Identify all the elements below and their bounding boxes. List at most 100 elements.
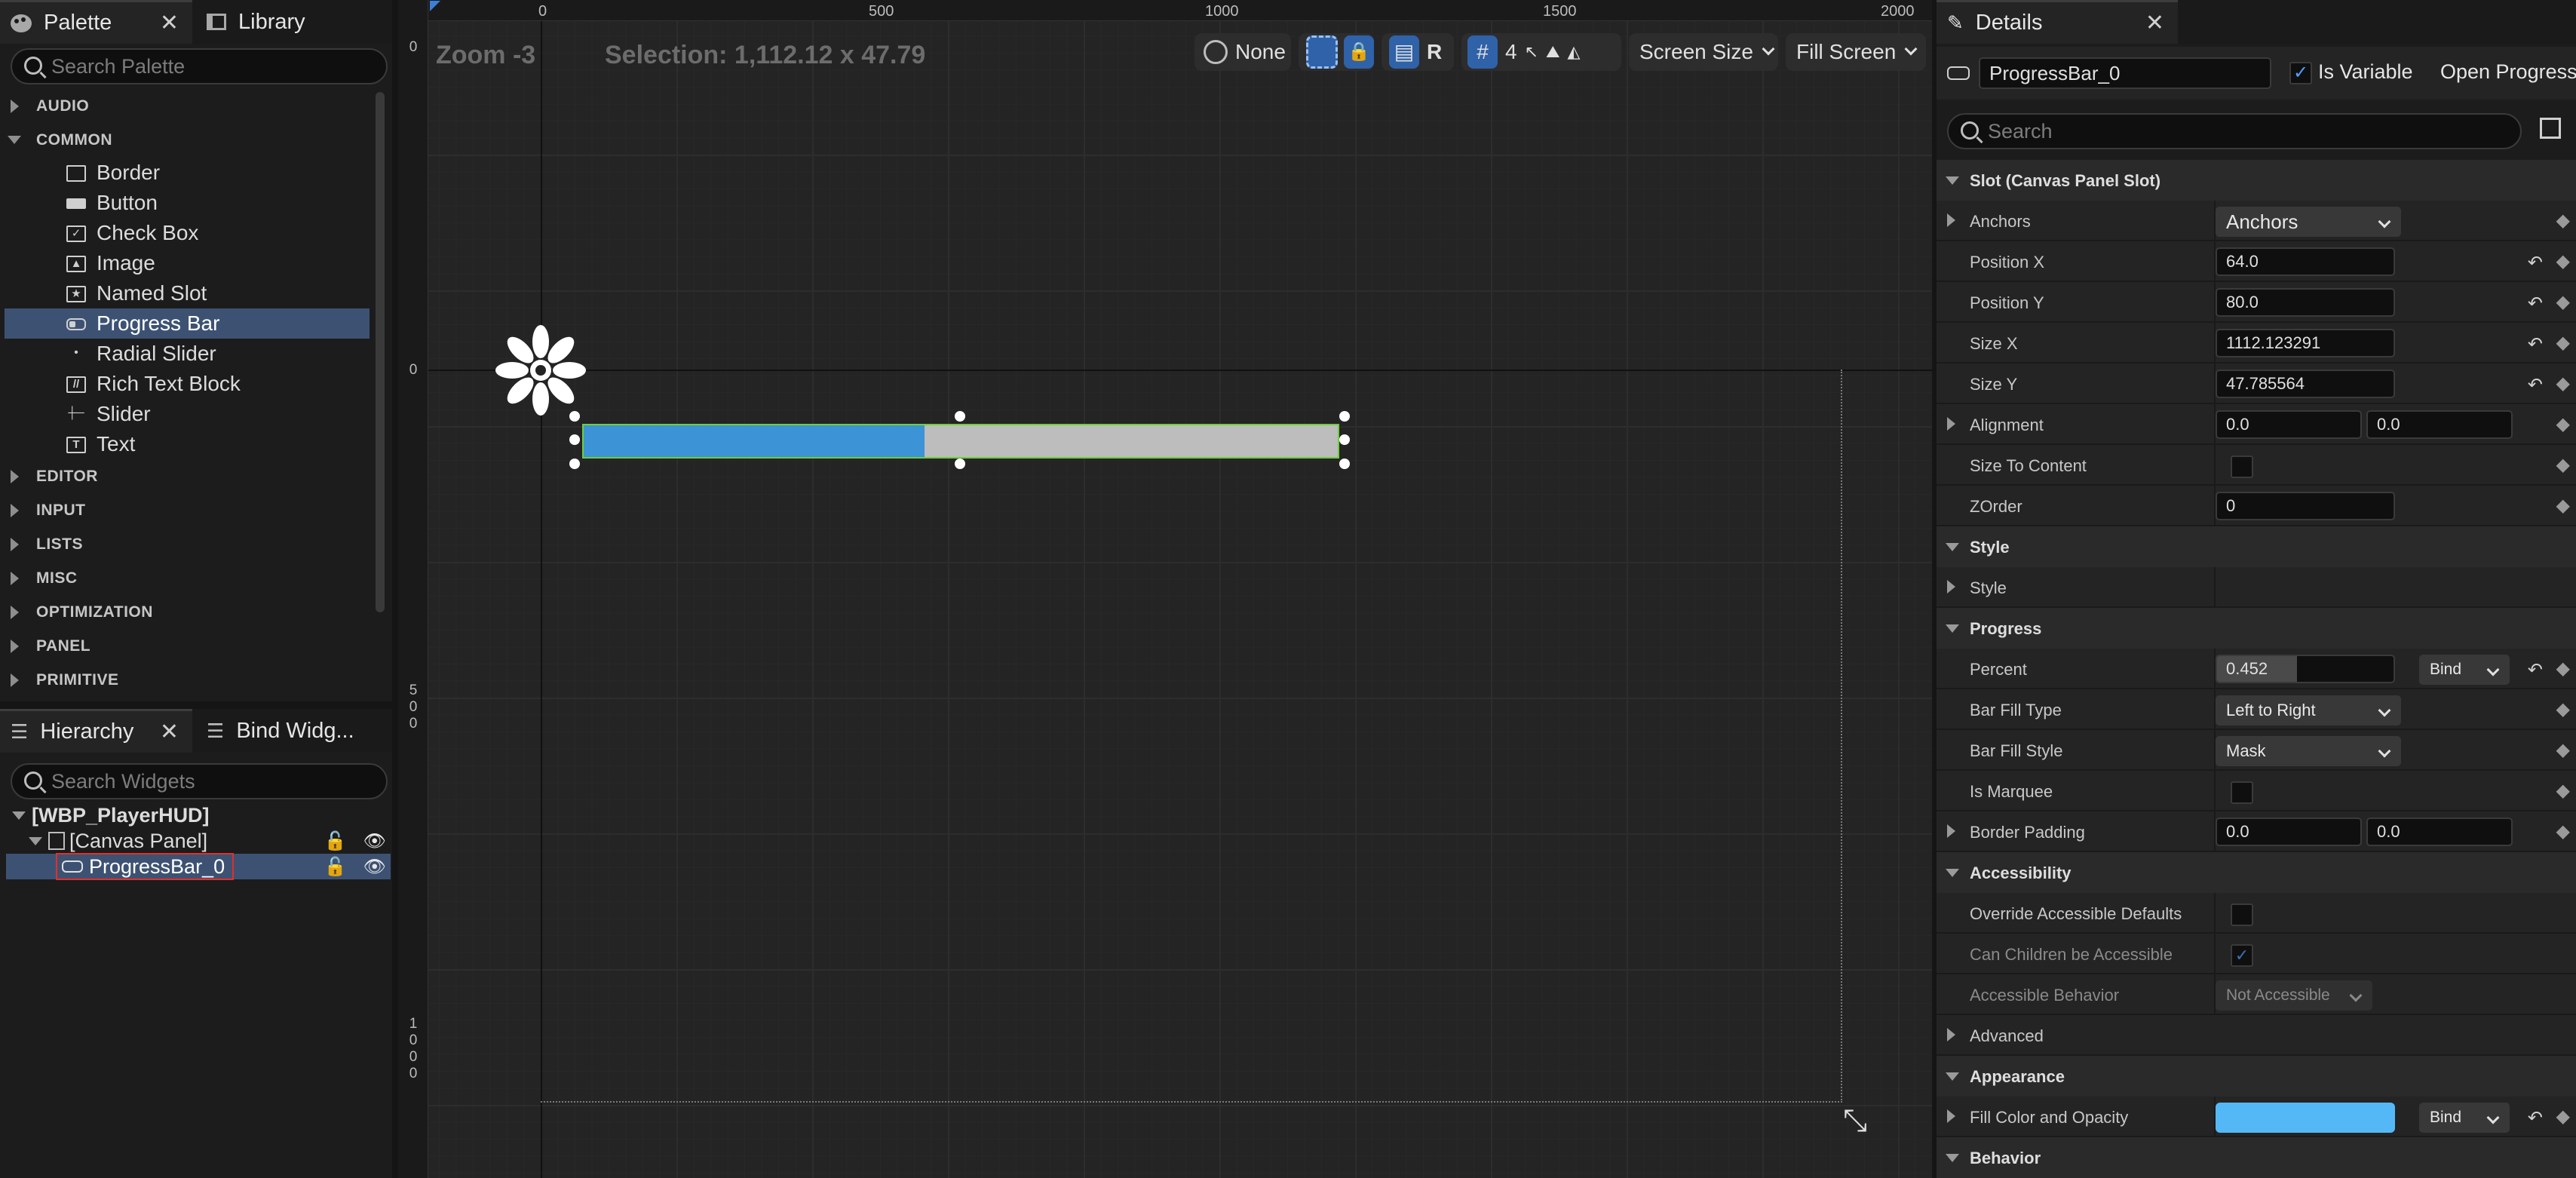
fill-color-bind-dropdown[interactable]: Bind (2419, 1103, 2510, 1133)
hierarchy-root[interactable]: [WBP_PlayerHUD] (6, 802, 391, 828)
keyframe-icon[interactable]: ◆ (2556, 413, 2570, 435)
palette-item-border[interactable]: Border (5, 158, 370, 188)
zorder-input[interactable]: 0 (2216, 492, 2395, 520)
resize-handle[interactable] (1339, 411, 1350, 422)
fill-color-swatch[interactable] (2216, 1103, 2395, 1133)
keyframe-icon[interactable]: ◆ (2556, 210, 2570, 232)
category-common[interactable]: COMMON (0, 124, 370, 156)
expand-arrow-icon[interactable] (1947, 580, 1955, 594)
anchors-dropdown[interactable]: Anchors (2216, 207, 2401, 237)
reset-arrow-icon[interactable]: ↶ (2528, 1107, 2543, 1129)
keyframe-icon[interactable]: ◆ (2556, 373, 2570, 394)
tab-library[interactable]: Library (196, 0, 388, 44)
hierarchy-canvas-panel[interactable]: [Canvas Panel] 🔓 👁 (6, 828, 391, 854)
lock-icon[interactable]: 🔓 (324, 856, 347, 878)
lock-icon[interactable]: 🔒 (1344, 35, 1374, 69)
palette-item-radial-slider[interactable]: • Radial Slider (5, 339, 370, 369)
keyframe-icon[interactable]: ◆ (2556, 658, 2570, 679)
size-y-input[interactable]: 47.785564 (2216, 370, 2395, 398)
grid-icon[interactable]: # (1467, 35, 1498, 69)
expand-arrow-icon[interactable] (1947, 824, 1955, 838)
resize-handle[interactable] (955, 411, 965, 422)
visibility-eye-icon[interactable]: 👁 (363, 830, 386, 852)
layout-icon[interactable]: ▤ (1389, 35, 1419, 69)
keyframe-icon[interactable]: ◆ (2556, 454, 2570, 476)
alignment-x-input[interactable]: 0.0 (2216, 410, 2362, 439)
reset-arrow-icon[interactable]: ↶ (2528, 333, 2543, 355)
tab-details[interactable]: ✎ Details ✕ (1937, 0, 2178, 44)
hierarchy-progressbar-row[interactable]: ProgressBar_0 🔓 👁 (6, 853, 391, 880)
expand-arrow-icon[interactable] (1947, 1028, 1955, 1041)
r-button[interactable]: R (1427, 40, 1442, 64)
mirror-icon[interactable]: ◭ (1568, 42, 1581, 62)
section-appearance[interactable]: Appearance (1937, 1056, 2576, 1097)
palette-item-slider[interactable]: ┼─ Slider (5, 399, 370, 429)
position-y-input[interactable]: 80.0 (2216, 288, 2395, 317)
widget-name-input[interactable]: ProgressBar_0 (1979, 57, 2271, 89)
resize-handle[interactable] (569, 411, 580, 422)
reset-arrow-icon[interactable]: ↶ (2528, 374, 2543, 396)
size-to-content-checkbox[interactable] (2231, 456, 2253, 478)
category-input[interactable]: INPUT (0, 494, 370, 526)
image-preview-icon[interactable]: ⛰ (1546, 42, 1559, 62)
override-accessible-checkbox[interactable] (2231, 903, 2253, 926)
keyframe-icon[interactable]: ◆ (2556, 250, 2570, 272)
palette-scrollbar[interactable] (376, 92, 385, 612)
resize-handle[interactable] (569, 434, 580, 445)
section-accessibility[interactable]: Accessibility (1937, 852, 2576, 893)
close-icon[interactable]: ✕ (160, 719, 179, 745)
table-view-icon[interactable] (2540, 118, 2561, 139)
reset-arrow-icon[interactable]: ↶ (2528, 293, 2543, 314)
bar-fill-style-dropdown[interactable]: Mask (2216, 736, 2401, 766)
category-panel[interactable]: PANEL (0, 630, 370, 662)
keyframe-icon[interactable]: ◆ (2556, 291, 2570, 313)
keyframe-icon[interactable]: ◆ (2556, 1106, 2570, 1127)
resize-handle[interactable] (1339, 434, 1350, 445)
localization-dropdown[interactable]: None (1194, 33, 1291, 71)
section-behavior[interactable]: Behavior (1937, 1137, 2576, 1178)
position-x-input[interactable]: 64.0 (2216, 247, 2395, 276)
palette-item-check-box[interactable]: ✓ Check Box (5, 218, 370, 248)
section-progress[interactable]: Progress (1937, 608, 2576, 649)
section-slot[interactable]: Slot (Canvas Panel Slot) (1937, 160, 2576, 201)
resize-handle-icon[interactable]: ⤡ (1843, 1104, 1867, 1138)
expand-arrow-icon[interactable] (1947, 213, 1955, 227)
keyframe-icon[interactable]: ◆ (2556, 780, 2570, 802)
percent-slider-input[interactable]: 0.452 (2216, 655, 2395, 683)
visibility-eye-icon[interactable]: 👁 (363, 856, 386, 878)
category-audio[interactable]: AUDIO (0, 90, 370, 122)
close-icon[interactable]: ✕ (160, 10, 179, 36)
close-icon[interactable]: ✕ (2145, 10, 2164, 36)
resize-handle[interactable] (955, 459, 965, 469)
resize-handle[interactable] (569, 459, 580, 469)
category-editor[interactable]: EDITOR (0, 460, 370, 492)
tab-palette[interactable]: Palette ✕ (0, 0, 192, 44)
reset-arrow-icon[interactable]: ↶ (2528, 659, 2543, 681)
category-primitive[interactable]: PRIMITIVE (0, 664, 370, 696)
category-misc[interactable]: MISC (0, 562, 370, 594)
resize-handle[interactable] (1339, 459, 1350, 469)
keyframe-icon[interactable]: ◆ (2556, 821, 2570, 842)
section-style[interactable]: Style (1937, 526, 2576, 567)
percent-bind-dropdown[interactable]: Bind (2419, 655, 2510, 685)
category-optimization[interactable]: OPTIMIZATION (0, 596, 370, 628)
grid-size-value[interactable]: 4 (1505, 40, 1517, 64)
palette-item-image[interactable]: ▲ Image (5, 248, 370, 278)
palette-item-text[interactable]: T Text (5, 429, 370, 459)
palette-item-rich-text-block[interactable]: // Rich Text Block (5, 369, 370, 399)
border-padding-y-input[interactable]: 0.0 (2366, 818, 2513, 846)
alignment-y-input[interactable]: 0.0 (2366, 410, 2513, 439)
grid-controls[interactable]: # 4 ↖ ⛰ ◭ (1461, 33, 1621, 71)
fill-screen-dropdown[interactable]: Fill Screen (1786, 33, 1926, 71)
cursor-icon[interactable]: ↖ (1525, 42, 1538, 62)
designer-viewport[interactable]: 0 500 1000 1500 2000 0 0 500 1000 Zoom -… (398, 0, 1932, 1178)
open-progress-button[interactable]: Open Progress (2440, 60, 2576, 84)
is-marquee-checkbox[interactable] (2231, 781, 2253, 804)
bar-fill-type-dropdown[interactable]: Left to Right (2216, 695, 2401, 726)
tab-bind-widgets[interactable]: ☰ Bind Widg... (196, 709, 388, 753)
keyframe-icon[interactable]: ◆ (2556, 739, 2570, 761)
details-search-input[interactable]: Search (1947, 113, 2522, 149)
anchor-icon[interactable] (492, 321, 590, 419)
expand-arrow-icon[interactable] (1947, 1109, 1955, 1123)
layout-toggle[interactable]: ▤ R (1382, 33, 1454, 71)
